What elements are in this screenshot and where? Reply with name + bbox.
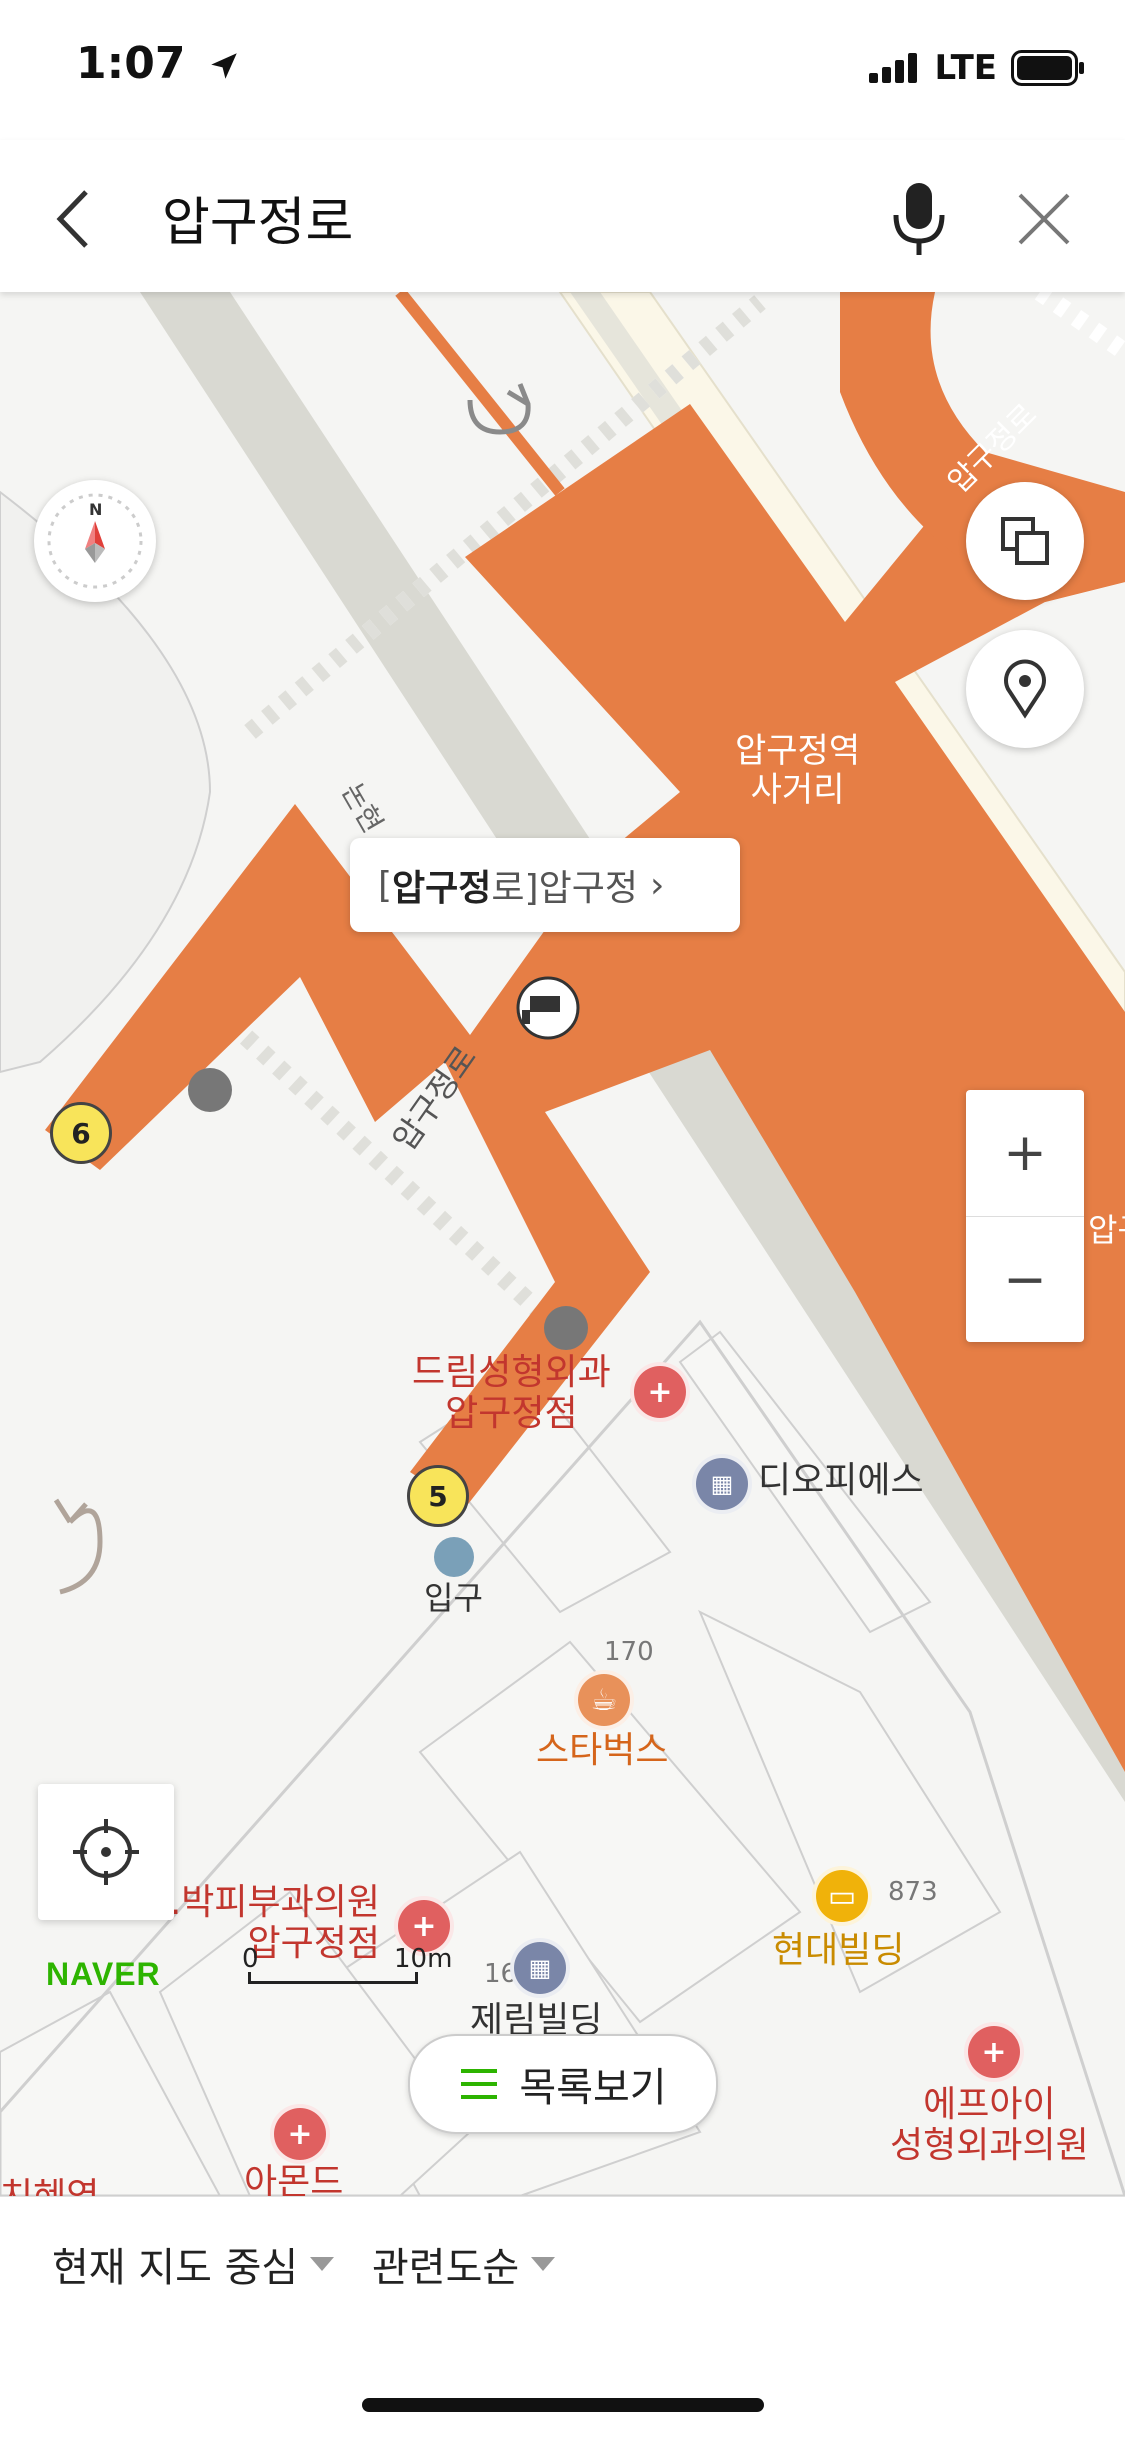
poi-starbucks[interactable]: 스타벅스 [536, 1730, 668, 1771]
microphone-icon [893, 183, 945, 255]
place-callout[interactable]: [압구정 로] 압구정 › [350, 838, 740, 932]
status-bar: 1:07 LTE [0, 0, 1125, 140]
callout-bracket: [ [378, 864, 393, 906]
list-icon [461, 2069, 498, 2099]
back-button[interactable] [28, 174, 118, 264]
poi-dioffice[interactable]: 디오피에스 [758, 1460, 924, 1501]
status-time-text: 1:07 [76, 38, 186, 89]
home-indicator[interactable] [362, 2398, 764, 2412]
exit-5-badge[interactable]: 5 [407, 1465, 469, 1527]
filter-sort-label: 관련도순 [372, 2245, 520, 2291]
layers-icon [1001, 517, 1049, 565]
poi-bottom-left: 치혜역 [0, 2176, 99, 2196]
voice-search-button[interactable] [874, 174, 964, 264]
zoom-controls: + − [966, 1090, 1084, 1342]
status-time: 1:07 [76, 38, 241, 89]
map-scale: 0 10m [242, 1944, 452, 1984]
location-arrow-icon [211, 53, 237, 79]
exit-6-badge[interactable]: 6 [50, 1102, 112, 1164]
map-view[interactable]: 압구정로 압구정로 논현 압구 압구정역 사거리 [압구정로] 압구정 › 6 … [0, 292, 1125, 2196]
poi-entrance: 입구 [424, 1579, 483, 1617]
zoom-in-button[interactable]: + [966, 1090, 1084, 1216]
poi-efai-line2: 성형외과의원 [890, 2125, 1089, 2167]
poi-starbucks-number: 170 [604, 1637, 654, 1667]
naver-logo: NAVER [46, 1956, 161, 1992]
compass-button[interactable]: N [34, 480, 156, 602]
callout-place: 압구정 [538, 868, 638, 909]
callout-highlight: 압구정 [392, 868, 492, 909]
close-icon [1018, 193, 1070, 245]
crosshair-icon [73, 1819, 139, 1885]
shopping-basket-icon[interactable]: ▭ [812, 1866, 872, 1926]
scale-distance: 10m [394, 1944, 453, 1974]
hospital-icon[interactable]: + [630, 1362, 690, 1422]
layers-button[interactable] [966, 482, 1084, 600]
poi-efai-line1: 에프아이 [923, 2084, 1056, 2125]
hospital-icon[interactable]: + [270, 2104, 330, 2164]
scale-bar [248, 1972, 418, 1984]
filter-map-center[interactable]: 현재 지도 중심 [52, 2235, 336, 2293]
poi-dream-clinic[interactable]: 드림성형외과 압구정점 [412, 1352, 611, 1435]
building-icon[interactable]: ▦ [510, 1938, 570, 1998]
battery-icon [1011, 50, 1084, 86]
chevron-right-icon: › [649, 864, 665, 906]
search-query[interactable]: 압구정로 [162, 180, 353, 255]
zoom-out-button[interactable]: − [966, 1217, 1084, 1343]
intersection-line2: 사거리 [750, 770, 845, 811]
poi-hyundai-number: 873 [888, 1877, 938, 1907]
carrier-label: LTE [934, 48, 997, 88]
intersection-label: 압구정역 사거리 [735, 731, 861, 811]
callout-rest: 로] [491, 868, 539, 909]
save-place-button[interactable] [966, 630, 1084, 748]
clear-button[interactable] [999, 174, 1089, 264]
building-icon[interactable]: ▦ [692, 1454, 752, 1514]
caret-down-icon [531, 2257, 556, 2271]
poi-hyundai[interactable]: 현대빌딩 [772, 1930, 904, 1971]
compass-icon: N [47, 493, 143, 589]
caret-down-icon [310, 2257, 335, 2271]
poi-amond[interactable]: 아몬드 [244, 2162, 343, 2196]
scale-zero: 0 [242, 1944, 259, 1974]
current-location-button[interactable] [38, 1784, 174, 1920]
intersection-line1: 압구정역 [735, 731, 861, 771]
filter-sort[interactable]: 관련도순 [372, 2235, 557, 2293]
signal-icon [868, 53, 917, 83]
pin-icon [1004, 659, 1046, 719]
svg-text:N: N [89, 500, 102, 519]
poi-dream-line2: 압구정점 [445, 1393, 578, 1435]
poi-efai[interactable]: 에프아이 성형외과의원 [890, 2084, 1089, 2167]
list-view-button[interactable]: 목록보기 [408, 2034, 718, 2134]
coffee-cup-icon[interactable]: ☕ [574, 1670, 634, 1730]
search-header: 압구정로 [0, 140, 1125, 292]
chevron-left-icon [56, 190, 88, 248]
poi-dream-line1: 드림성형외과 [412, 1352, 611, 1393]
list-view-label: 목록보기 [519, 2065, 667, 2111]
status-right: LTE [868, 48, 1085, 88]
road-label-apgu-right: 압구 [1088, 1211, 1125, 1249]
filter-map-center-label: 현재 지도 중심 [52, 2245, 299, 2291]
hospital-icon[interactable]: + [964, 2022, 1024, 2082]
